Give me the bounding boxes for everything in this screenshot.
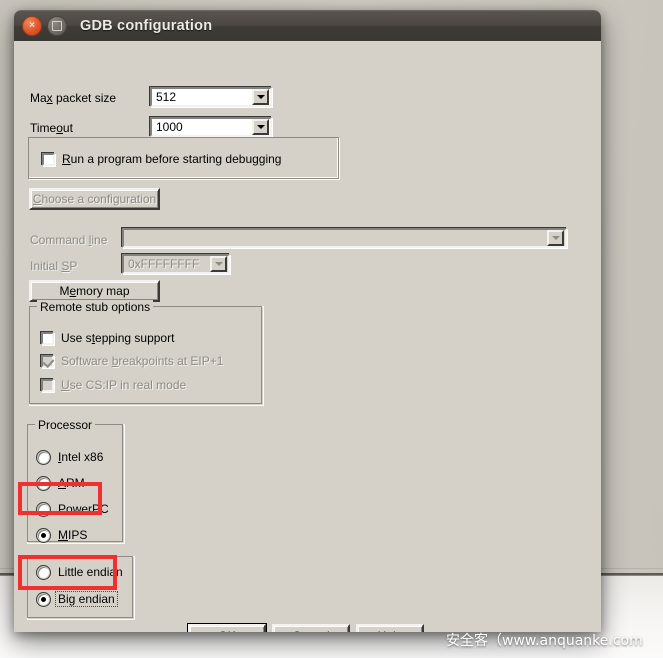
processor-option-label: Intel x86 bbox=[58, 450, 104, 464]
use-csip-real-mode-row[interactable]: Use CS:IP in real mode bbox=[41, 378, 186, 392]
chevron-down-icon bbox=[214, 262, 223, 266]
processor-option-label: MIPS bbox=[58, 528, 88, 542]
processor-option-powerpc[interactable]: PowerPC bbox=[37, 502, 109, 516]
max-packet-size-dropdown-arrow[interactable] bbox=[252, 89, 269, 105]
cancel-button[interactable]: Cancel bbox=[272, 624, 350, 632]
processor-option-label: ARM bbox=[58, 476, 85, 490]
use-stepping-support-checkbox[interactable] bbox=[41, 331, 54, 345]
maximize-icon[interactable] bbox=[47, 16, 67, 36]
dialog-titlebar[interactable]: × GDB configuration bbox=[14, 10, 601, 41]
cancel-button-label: Cancel bbox=[292, 629, 329, 632]
max-packet-size-label: Max packet size bbox=[30, 91, 117, 105]
watermark-text: 安全客（www.anquanke.com bbox=[446, 633, 643, 649]
use-stepping-support-label: Use stepping support bbox=[61, 331, 175, 345]
dialog-client-area: Max packet size 512 Timeout 1000 Run a p… bbox=[14, 41, 601, 632]
processor-option-label: PowerPC bbox=[58, 502, 109, 516]
memory-map-label: Memory map bbox=[59, 284, 130, 298]
memory-map-button[interactable]: Memory map bbox=[29, 280, 160, 302]
processor-option-arm[interactable]: ARM bbox=[37, 476, 85, 490]
endian-option-label: Big endian bbox=[58, 592, 115, 606]
choose-configuration-label: Choose a configuration bbox=[32, 192, 157, 206]
initial-sp-value: 0xFFFFFFFF bbox=[128, 257, 200, 271]
command-line-combobox[interactable] bbox=[122, 228, 567, 248]
radio-icon[interactable] bbox=[37, 476, 50, 490]
radio-dot bbox=[41, 596, 46, 602]
endian-option-big[interactable]: Big endian bbox=[37, 591, 118, 607]
radio-icon[interactable] bbox=[37, 565, 50, 579]
radio-icon[interactable] bbox=[37, 502, 50, 516]
initial-sp-dropdown-arrow[interactable] bbox=[210, 256, 227, 272]
timeout-dropdown-arrow[interactable] bbox=[252, 119, 269, 135]
max-packet-size-combobox[interactable]: 512 bbox=[150, 87, 272, 107]
initial-sp-combobox[interactable]: 0xFFFFFFFF bbox=[122, 254, 230, 274]
endian-option-focus-outline: Big endian bbox=[55, 591, 118, 607]
gdb-configuration-dialog[interactable]: × GDB configuration Max packet size 512 … bbox=[14, 10, 601, 632]
dialog-title: GDB configuration bbox=[80, 18, 213, 34]
run-program-checkbox-row[interactable]: Run a program before starting debugging bbox=[42, 152, 281, 166]
close-icon[interactable]: × bbox=[22, 16, 42, 36]
ok-button-label: OK bbox=[218, 629, 235, 632]
endian-option-little[interactable]: Little endian bbox=[37, 565, 123, 579]
processor-option-intel-x86[interactable]: Intel x86 bbox=[37, 450, 103, 464]
radio-dot bbox=[41, 532, 46, 538]
use-csip-real-mode-checkbox[interactable] bbox=[41, 378, 54, 392]
software-breakpoints-checkbox[interactable] bbox=[41, 354, 55, 368]
timeout-combobox[interactable]: 1000 bbox=[150, 117, 272, 137]
help-button-label: Help bbox=[378, 629, 403, 632]
command-line-label: Command line bbox=[30, 233, 108, 247]
use-csip-real-mode-label: Use CS:IP in real mode bbox=[61, 378, 187, 392]
remote-stub-options-legend: Remote stub options bbox=[37, 300, 154, 314]
maximize-glyph bbox=[52, 21, 62, 31]
command-line-dropdown-arrow[interactable] bbox=[547, 230, 564, 246]
timeout-label: Timeout bbox=[30, 121, 73, 135]
endian-option-label: Little endian bbox=[58, 565, 123, 579]
radio-icon-selected[interactable] bbox=[37, 592, 50, 606]
processor-option-mips[interactable]: MIPS bbox=[37, 528, 87, 542]
help-button[interactable]: Help bbox=[356, 624, 424, 632]
radio-icon[interactable] bbox=[37, 450, 50, 464]
software-breakpoints-row[interactable]: Software breakpoints at EIP+1 bbox=[41, 354, 223, 368]
radio-icon-selected[interactable] bbox=[37, 528, 50, 542]
timeout-value: 1000 bbox=[156, 120, 183, 134]
processor-legend: Processor bbox=[35, 418, 96, 432]
initial-sp-label: Initial SP bbox=[30, 259, 78, 273]
run-program-checkbox[interactable] bbox=[42, 152, 55, 166]
choose-configuration-button[interactable]: Choose a configuration bbox=[29, 188, 160, 210]
run-program-label: Run a program before starting debugging bbox=[62, 152, 282, 166]
use-stepping-support-row[interactable]: Use stepping support bbox=[41, 331, 174, 345]
max-packet-size-value: 512 bbox=[156, 90, 177, 104]
chevron-down-icon bbox=[551, 236, 560, 240]
ok-button[interactable]: OK bbox=[188, 624, 266, 632]
chevron-down-icon bbox=[256, 125, 265, 129]
checkmark-icon bbox=[42, 355, 55, 368]
chevron-down-icon bbox=[256, 95, 265, 99]
software-breakpoints-label: Software breakpoints at EIP+1 bbox=[61, 354, 224, 368]
